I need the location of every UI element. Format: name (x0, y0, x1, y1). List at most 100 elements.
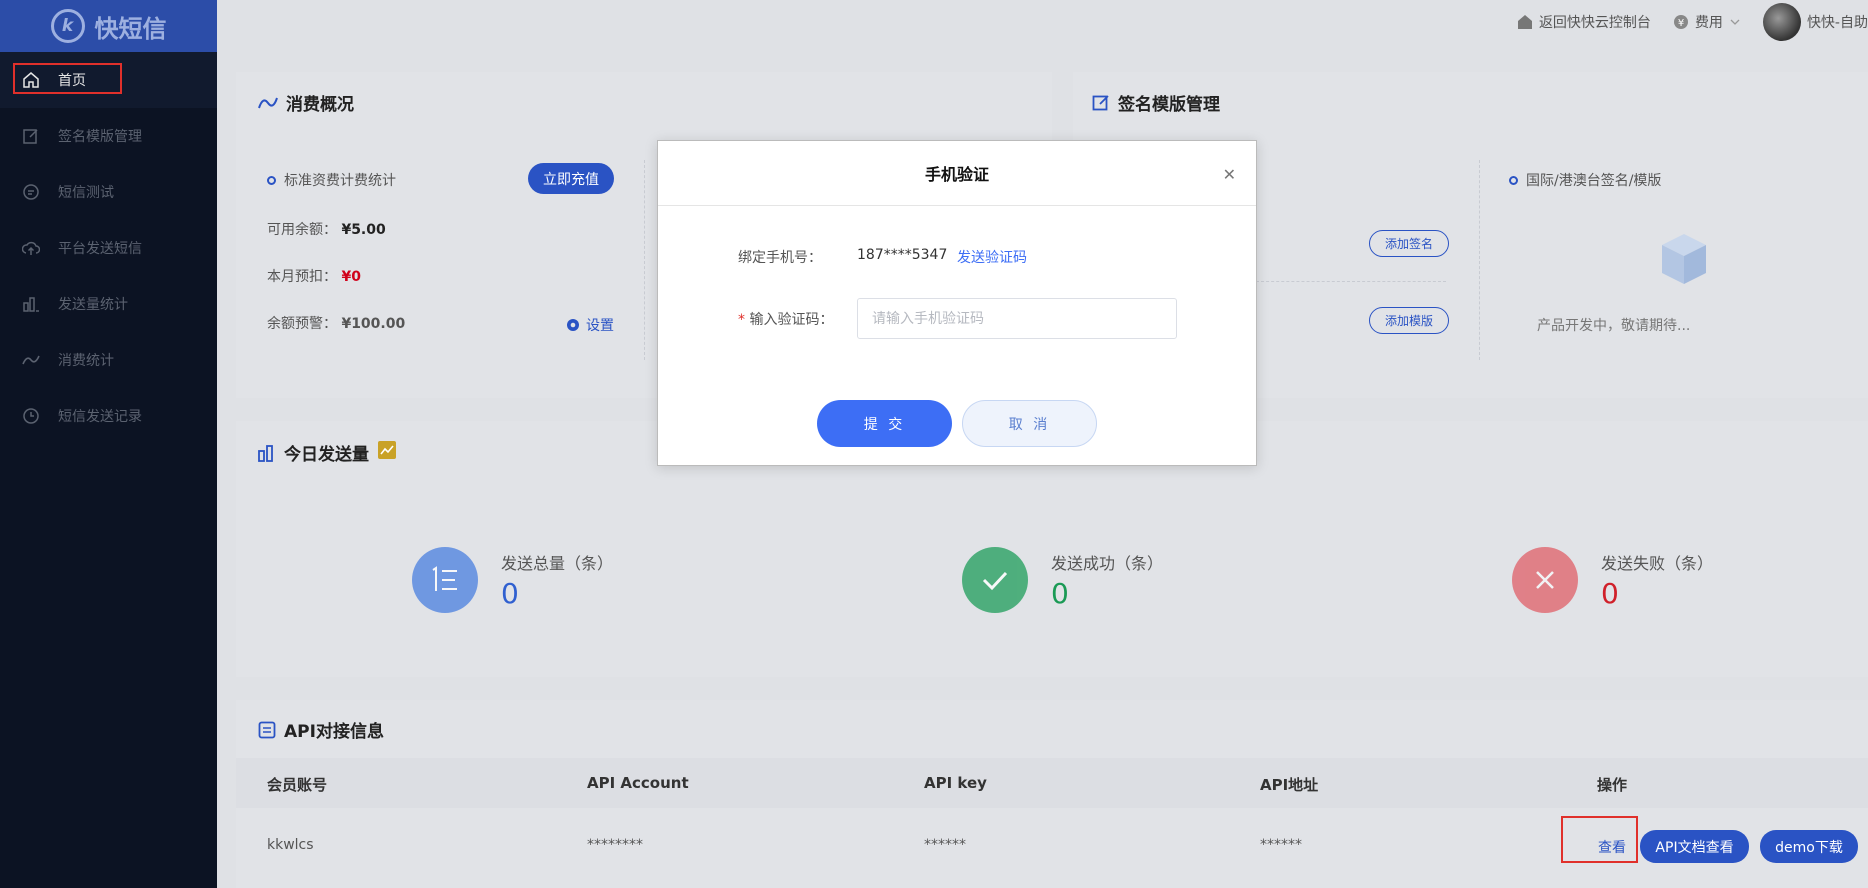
sidebar-item-label: 发送量统计 (58, 297, 128, 313)
column-header: API地址 (1260, 776, 1319, 794)
user-name: 快快-自助 (1806, 15, 1868, 31)
chevron-down-icon (1730, 19, 1740, 25)
close-icon (1536, 571, 1554, 589)
fees-dropdown[interactable]: ¥ 费用 (1673, 12, 1741, 32)
yen-icon: ¥ (1673, 15, 1688, 29)
settings-link[interactable]: 设置 (566, 315, 614, 335)
cloud-upload-icon (22, 241, 40, 255)
bar-chart-icon (258, 444, 273, 462)
month-value: ¥0 (341, 269, 361, 285)
cube-icon (1662, 234, 1706, 284)
check-icon (982, 571, 1008, 591)
phone-value: 187****5347 (857, 247, 948, 263)
verification-code-input[interactable] (857, 298, 1177, 339)
sidebar-item-platform-send[interactable]: 平台发送短信 (0, 220, 217, 276)
api-doc-button[interactable]: API文档查看 (1640, 830, 1749, 863)
highlight-box-view (1561, 816, 1638, 863)
fail-label: 发送失败（条） (1601, 554, 1714, 573)
list-icon (432, 566, 457, 591)
fees-label: 费用 (1694, 15, 1723, 31)
edit-icon (1092, 94, 1109, 110)
sidebar-item-sms-test[interactable]: 短信测试 (0, 164, 217, 220)
top-bar: 返回快快云控制台 ¥ 费用 快快-自助 (217, 0, 1868, 44)
developing-text: 产品开发中，敬请期待... (1537, 318, 1691, 334)
intl-label: 国际/港澳台签名/模版 (1509, 170, 1661, 190)
demo-download-button[interactable]: demo下载 (1760, 830, 1858, 863)
total-label: 发送总量（条） (501, 554, 614, 573)
warning-row: 余额预警： ¥100.00 (267, 316, 406, 332)
console-link[interactable]: 返回快快云控制台 (1517, 12, 1651, 32)
message-icon (23, 184, 39, 200)
phone-verify-dialog: 手机验证 ✕ 绑定手机号： 187****5347 发送验证码 * 输入验证码：… (657, 140, 1257, 466)
add-template-button[interactable]: 添加模版 (1369, 307, 1449, 334)
fail-icon-circle (1512, 547, 1578, 613)
close-icon[interactable]: ✕ (1223, 165, 1236, 184)
sidebar-item-consumption-stats[interactable]: 消费统计 (0, 332, 217, 388)
success-value: 0 (1051, 577, 1069, 610)
brand-name: 快短信 (94, 14, 167, 43)
edit-icon (23, 129, 38, 144)
svg-text:¥: ¥ (1678, 18, 1684, 29)
balance-row: 可用余额： ¥5.00 (267, 222, 386, 238)
trend-icon (22, 355, 40, 365)
logo-icon: k (50, 9, 85, 43)
required-mark: * (738, 312, 745, 328)
api-url-cell: ****** (1260, 837, 1302, 853)
month-row: 本月预扣： ¥0 (267, 269, 361, 285)
dialog-header: 手机验证 ✕ (658, 141, 1256, 206)
sidebar-item-label: 平台发送短信 (58, 241, 142, 257)
dot-icon (1509, 176, 1518, 185)
column-header: API Account (587, 774, 689, 792)
clock-icon (23, 408, 39, 424)
sidebar-item-label: 短信发送记录 (58, 409, 142, 425)
gear-icon (567, 319, 579, 331)
document-icon (258, 721, 276, 738)
add-signature-button[interactable]: 添加签名 (1369, 230, 1449, 257)
today-title: 今日发送量 (258, 440, 369, 465)
total-icon-circle (412, 547, 478, 613)
success-icon-circle (962, 547, 1028, 613)
sidebar-item-send-records[interactable]: 短信发送记录 (0, 388, 217, 444)
sidebar-item-label: 短信测试 (58, 185, 114, 201)
submit-button[interactable]: 提 交 (817, 400, 952, 447)
column-header: API key (924, 774, 987, 792)
column-header: 操作 (1597, 776, 1628, 794)
stats-label: 标准资费计费统计 (267, 170, 396, 190)
column-header: 会员账号 (267, 776, 328, 794)
divider (1256, 281, 1446, 282)
total-value: 0 (501, 577, 519, 610)
signature-title: 签名模版管理 (1092, 90, 1220, 115)
brand-logo[interactable]: k 快短信 (0, 0, 217, 52)
api-title: API对接信息 (258, 717, 384, 742)
fail-value: 0 (1601, 577, 1619, 610)
api-key-cell: ****** (924, 837, 966, 853)
cancel-button[interactable]: 取 消 (962, 400, 1097, 447)
success-label: 发送成功（条） (1051, 554, 1164, 573)
home-icon (1517, 15, 1532, 29)
bar-chart-icon (23, 297, 39, 312)
sidebar-item-send-stats[interactable]: 发送量统计 (0, 276, 217, 332)
consumption-title: 消费概况 (258, 90, 354, 115)
recharge-button[interactable]: 立即充值 (528, 163, 614, 194)
phone-label: 绑定手机号： (738, 250, 822, 266)
warning-value: ¥100.00 (341, 316, 406, 332)
avatar (1762, 3, 1801, 41)
balance-value: ¥5.00 (341, 222, 386, 238)
console-link-label: 返回快快云控制台 (1538, 15, 1651, 31)
trend-icon (258, 97, 278, 108)
sidebar-item-label: 消费统计 (58, 353, 114, 369)
dot-icon (267, 176, 276, 185)
sidebar: k 快短信 首页 签名模版管理 短信测试 平台发送短信 发送量统计 消费统计 短… (0, 0, 217, 888)
code-label: * 输入验证码： (738, 312, 834, 328)
account-cell: kkwlcs (267, 837, 314, 853)
user-menu[interactable]: 快快-自助 (1762, 3, 1868, 41)
highlight-box-home (13, 63, 122, 94)
divider (1479, 160, 1480, 360)
dialog-title: 手机验证 (924, 165, 989, 184)
api-account-cell: ******** (587, 837, 643, 853)
send-code-link[interactable]: 发送验证码 (957, 247, 1027, 267)
chart-badge-icon[interactable] (377, 440, 397, 460)
sidebar-item-signature-templates[interactable]: 签名模版管理 (0, 108, 217, 164)
divider (644, 160, 645, 360)
sidebar-item-label: 签名模版管理 (58, 129, 142, 145)
